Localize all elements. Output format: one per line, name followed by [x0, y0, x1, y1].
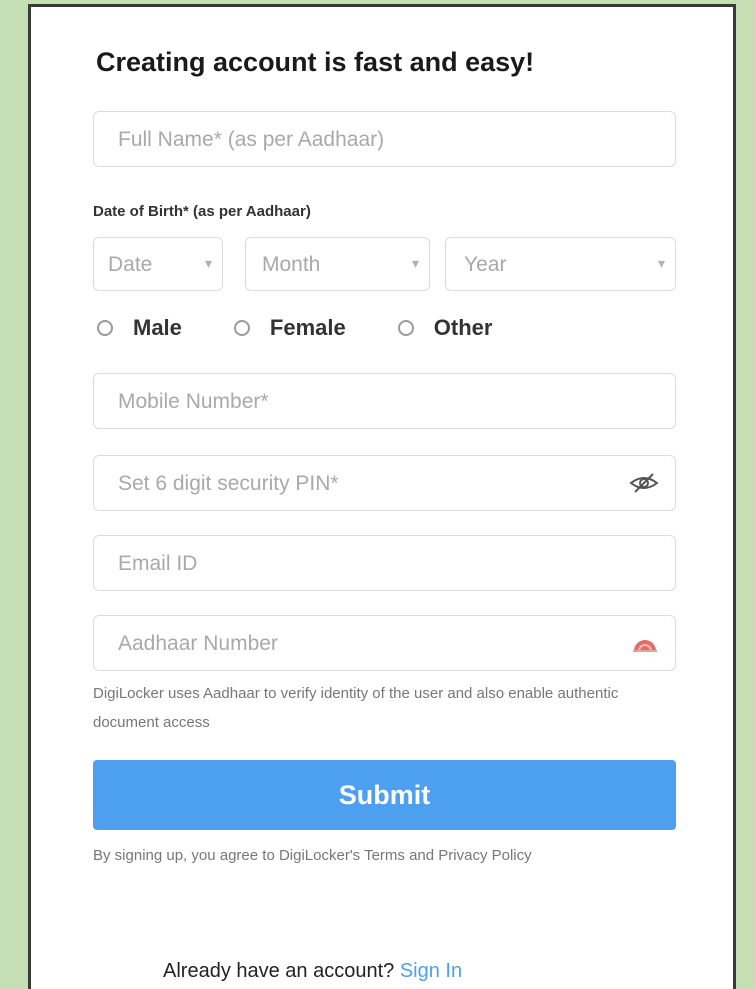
mobile-number-placeholder: Mobile Number*: [118, 390, 269, 413]
email-placeholder: Email ID: [118, 552, 198, 575]
aadhaar-number-placeholder: Aadhaar Number: [118, 632, 278, 655]
date-select[interactable]: Date ▾: [93, 237, 223, 291]
radio-circle-icon: [397, 320, 414, 336]
aadhaar-number-input[interactable]: Aadhaar Number: [93, 615, 676, 671]
aadhaar-logo-icon: [631, 633, 659, 658]
aadhaar-note: DigiLocker uses Aadhaar to verify identi…: [93, 685, 619, 731]
full-name-input[interactable]: Full Name* (as per Aadhaar): [93, 111, 676, 167]
chevron-down-icon: ▾: [204, 255, 212, 271]
signin-row: Already have an account? Sign In: [163, 960, 462, 983]
gender-label-male: Male: [133, 315, 182, 340]
form-title: Creating account is fast and easy!: [96, 47, 535, 77]
year-select-value: Year: [464, 253, 507, 276]
security-pin-placeholder: Set 6 digit security PIN*: [118, 472, 339, 495]
dob-label: Date of Birth* (as per Aadhaar): [93, 203, 311, 220]
mobile-number-input[interactable]: Mobile Number*: [93, 373, 676, 429]
radio-circle-icon: [233, 320, 250, 336]
eye-slash-icon[interactable]: [629, 471, 659, 500]
gender-label-female: Female: [269, 315, 346, 340]
chevron-down-icon: ▾: [411, 255, 419, 271]
full-name-placeholder: Full Name* (as per Aadhaar): [118, 128, 385, 151]
radio-circle-icon: [97, 320, 113, 336]
gender-radio-male[interactable]: Male: [97, 315, 182, 341]
date-select-value: Date: [108, 253, 153, 276]
gender-label-other: Other: [433, 315, 493, 340]
submit-button[interactable]: Submit: [93, 760, 676, 830]
signin-link[interactable]: Sign In: [400, 960, 462, 982]
security-pin-input[interactable]: Set 6 digit security PIN*: [93, 455, 676, 511]
chevron-down-icon: ▾: [657, 255, 665, 271]
signin-prompt: Already have an account?: [163, 960, 395, 982]
email-input[interactable]: Email ID: [93, 535, 676, 591]
terms-text: By signing up, you agree to DigiLocker's…: [93, 847, 532, 864]
signup-card: Creating account is fast and easy! Full …: [28, 4, 736, 989]
gender-radio-group: Male Female Other: [97, 315, 544, 341]
gender-radio-other[interactable]: Other: [397, 315, 493, 341]
year-select[interactable]: Year ▾: [445, 237, 676, 291]
gender-radio-female[interactable]: Female: [233, 315, 346, 341]
month-select-value: Month: [262, 253, 321, 276]
month-select[interactable]: Month ▾: [245, 237, 430, 291]
